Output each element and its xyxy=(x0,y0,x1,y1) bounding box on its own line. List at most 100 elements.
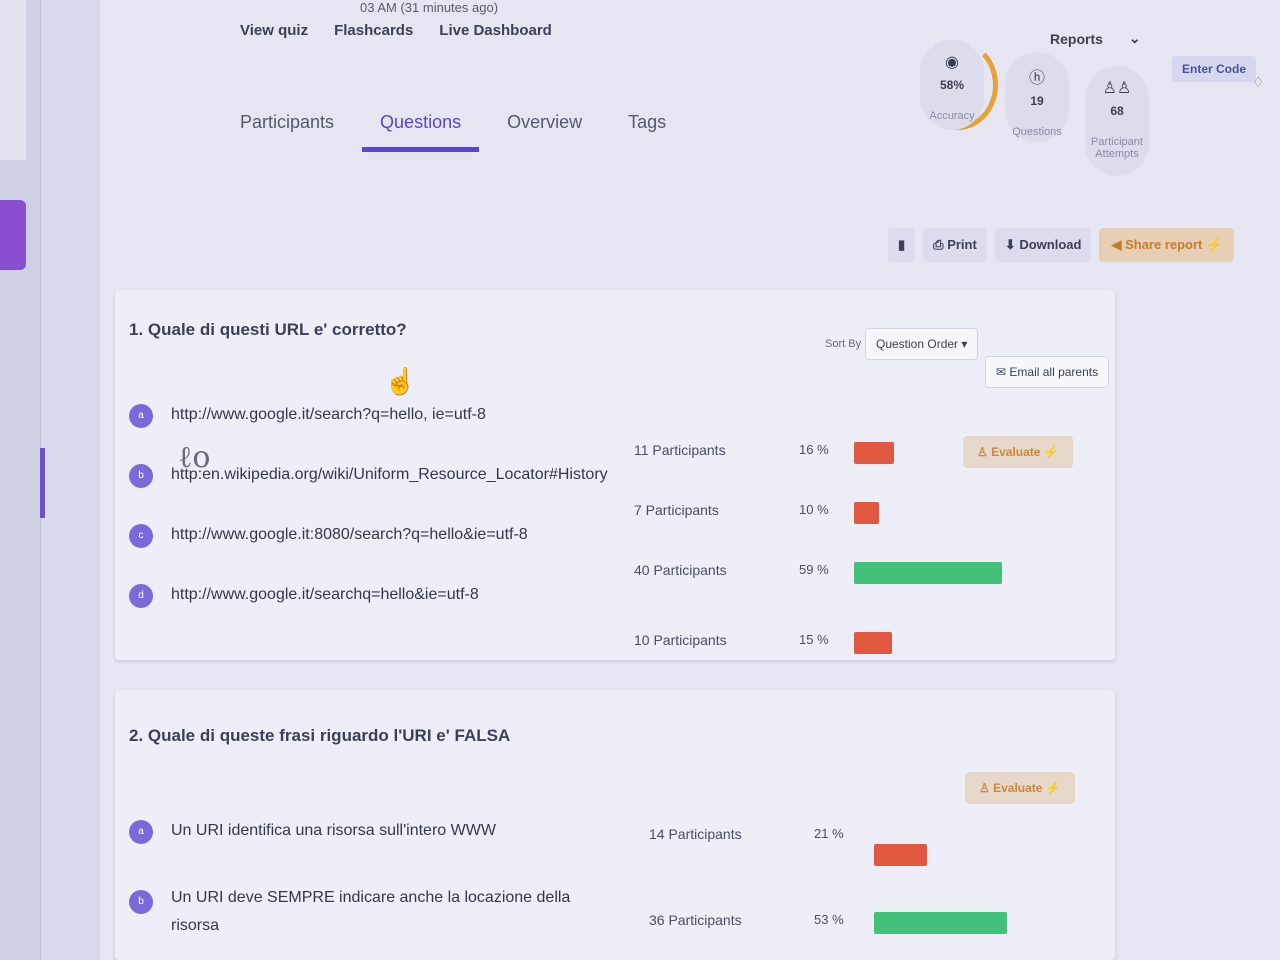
questions-value: 19 xyxy=(1030,94,1044,108)
accuracy-value: 58% xyxy=(939,78,965,92)
sort-label: Sort By xyxy=(825,338,862,350)
print-button[interactable]: ⎙ Print xyxy=(923,228,987,262)
reports-menu[interactable]: Reports ⌄ xyxy=(1050,30,1141,47)
attempts-label: Participant Attempts xyxy=(1091,136,1143,160)
share-report-button[interactable]: ◀ Share report ⚡ xyxy=(1099,228,1235,262)
view-quiz-link[interactable]: View quiz xyxy=(240,18,308,43)
email-label: Email all parents xyxy=(1009,365,1099,379)
sort-select[interactable]: Question Order ▾ xyxy=(865,328,979,360)
share-icon: ◀ xyxy=(1111,237,1122,252)
group-icon: ♙♙ xyxy=(1102,80,1132,97)
flashcards-link[interactable]: Flashcards xyxy=(334,18,413,43)
answer-bar xyxy=(854,562,1002,584)
participants-count: 10 Participants xyxy=(634,632,727,648)
answer-option: c http://www.google.it:8080/search?q=hel… xyxy=(129,502,1059,558)
answer-bar xyxy=(854,502,879,524)
evaluate-label: Evaluate xyxy=(991,445,1041,459)
option-badge: a xyxy=(129,820,153,844)
handwritten-mark: ℓo xyxy=(178,440,211,475)
option-badge: b xyxy=(129,890,153,914)
download-button[interactable]: ⬇ Download xyxy=(994,228,1092,262)
printer-icon: ⎙ xyxy=(933,237,944,252)
lightning-icon: ⚡ xyxy=(1043,445,1059,459)
answer-option: b http:en.wikipedia.org/wiki/Uniform_Res… xyxy=(129,442,1059,498)
timestamp: 03 AM (31 minutes ago) xyxy=(360,0,499,15)
bell-icon[interactable]: ♢ xyxy=(1252,74,1265,91)
divider xyxy=(40,448,45,518)
questions-stat: ⓗ 19 Questions xyxy=(1005,52,1069,142)
delete-button[interactable]: ▮ xyxy=(888,228,916,262)
tab-participants[interactable]: Participants xyxy=(240,112,334,152)
target-icon: ◉ xyxy=(945,54,959,71)
attempts-value: 68 xyxy=(1110,104,1124,118)
question-card: 1. Quale di questi URL e' corretto? Sort… xyxy=(115,290,1115,660)
option-badge: a xyxy=(129,404,153,428)
report-actions: ▮ ⎙ Print ⬇ Download ◀ Share report ⚡ xyxy=(888,228,1235,262)
answer-option-stats: 10 Participants 15 % xyxy=(129,622,1059,662)
answer-bar xyxy=(854,442,894,464)
question-icon: ⓗ xyxy=(1028,70,1045,87)
answer-option: a http://www.google.it/search?q=hello, i… xyxy=(129,398,1059,438)
participants-count: 7 Participants xyxy=(634,502,719,518)
option-badge: d xyxy=(129,584,153,608)
answer-option: a Un URI identifica una risorsa sull'int… xyxy=(129,814,1059,866)
sort-selected: Question Order xyxy=(876,337,959,351)
answer-bar xyxy=(854,632,892,654)
trash-icon: ▮ xyxy=(898,237,906,252)
answer-option: b Un URI deve SEMPRE indicare anche la l… xyxy=(129,876,1059,946)
mail-icon: ✉ xyxy=(996,365,1007,379)
tab-tags[interactable]: Tags xyxy=(628,112,666,152)
report-tabs: Participants Questions Overview Tags xyxy=(240,112,666,152)
lightning-icon: ⚡ xyxy=(1045,781,1061,795)
option-badge: c xyxy=(129,524,153,548)
caret-down-icon: ▾ xyxy=(961,337,968,351)
percent-value: 21 % xyxy=(814,826,844,841)
option-text: http:en.wikipedia.org/wiki/Uniform_Resou… xyxy=(171,466,608,483)
tab-overview[interactable]: Overview xyxy=(507,112,582,152)
print-label: Print xyxy=(947,237,977,252)
percent-value: 53 % xyxy=(814,912,844,927)
option-badge: b xyxy=(129,464,153,488)
evaluate-button[interactable]: ♙ Evaluate ⚡ xyxy=(965,772,1075,804)
participants-count: 14 Participants xyxy=(649,826,742,842)
participants-count: 40 Participants xyxy=(634,562,727,578)
option-text: http://www.google.it/searchq=hello&ie=ut… xyxy=(171,586,479,603)
hand-cursor-icon: ☝ xyxy=(384,366,417,396)
sidebar-panel xyxy=(0,0,26,160)
question-title: 1. Quale di questi URL e' corretto? xyxy=(129,320,407,339)
share-label: Share report xyxy=(1125,237,1203,252)
user-icon: ♙ xyxy=(977,445,988,459)
enter-code-button[interactable]: Enter Code xyxy=(1172,56,1257,82)
reports-label: Reports xyxy=(1050,30,1103,47)
chevron-down-icon: ⌄ xyxy=(1128,30,1141,46)
attempts-stat: ♙♙ 68 Participant Attempts xyxy=(1085,66,1149,176)
evaluate-label: Evaluate xyxy=(993,781,1043,795)
percent-value: 10 % xyxy=(799,502,829,517)
download-icon: ⬇ xyxy=(1004,237,1016,252)
percent-value: 59 % xyxy=(799,562,829,577)
quick-links: View quiz Flashcards Live Dashboard xyxy=(240,18,552,43)
participants-count: 36 Participants xyxy=(649,912,742,928)
sidebar-active-item[interactable] xyxy=(0,200,26,270)
option-text: http://www.google.it/search?q=hello, ie=… xyxy=(171,406,486,423)
live-dashboard-link[interactable]: Live Dashboard xyxy=(439,18,552,43)
question-title: 2. Quale di queste frasi riguardo l'URI … xyxy=(129,726,511,745)
tab-questions[interactable]: Questions xyxy=(362,112,480,152)
user-icon: ♙ xyxy=(979,781,990,795)
participants-count: 11 Participants xyxy=(634,442,726,458)
answer-bar xyxy=(874,912,1007,934)
question-card: 2. Quale di queste frasi riguardo l'URI … xyxy=(115,690,1115,960)
percent-value: 15 % xyxy=(799,632,829,647)
accuracy-stat: ◉ 58% Accuracy xyxy=(920,40,984,130)
percent-value: 16 % xyxy=(799,442,829,457)
answer-option: d http://www.google.it/searchq=hello&ie=… xyxy=(129,562,1059,618)
email-parents-button[interactable]: ✉ Email all parents xyxy=(985,356,1110,388)
answer-bar xyxy=(874,844,927,866)
accuracy-label: Accuracy xyxy=(929,110,975,122)
option-text: http://www.google.it:8080/search?q=hello… xyxy=(171,526,528,543)
left-sidebar xyxy=(0,0,41,960)
questions-label: Questions xyxy=(1012,126,1062,138)
option-text: Un URI deve SEMPRE indicare anche la loc… xyxy=(171,889,571,934)
download-label: Download xyxy=(1019,237,1082,252)
option-text: Un URI identifica una risorsa sull'inter… xyxy=(171,822,496,839)
